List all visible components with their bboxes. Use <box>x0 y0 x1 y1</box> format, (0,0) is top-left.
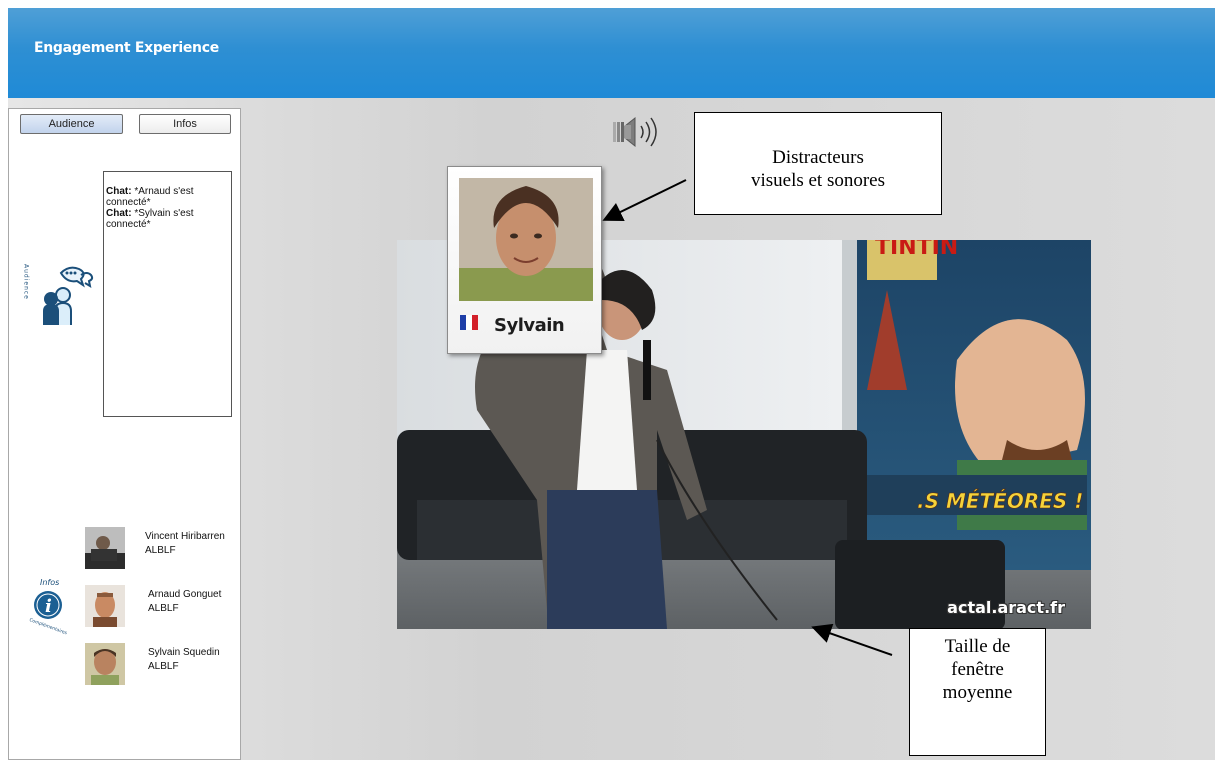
speaker-icon[interactable] <box>612 114 660 150</box>
profile-name: Sylvain <box>494 315 565 336</box>
audience-vertical-label: Audience <box>23 264 30 300</box>
user-name: Sylvain Squedin <box>148 647 220 658</box>
user-avatar <box>85 585 125 627</box>
chat-line: Chat: *Arnaud s'est connecté* <box>106 186 194 208</box>
profile-card[interactable]: Sylvain <box>447 166 602 354</box>
callout-text: Distracteurs <box>772 147 864 168</box>
user-entry[interactable]: Arnaud Gonguet ALBLF <box>85 585 245 629</box>
tab-audience[interactable]: Audience <box>20 114 123 134</box>
video-poster-text: .S MÉTÉORES ! <box>917 489 1083 513</box>
video-poster-top: TINTIN <box>875 240 958 260</box>
callout-text: visuels et sonores <box>750 170 886 191</box>
user-name: Vincent Hiribarren <box>145 531 225 542</box>
svg-text:i: i <box>45 596 52 617</box>
profile-photo <box>459 178 593 301</box>
chat-log[interactable]: Chat: *Arnaud s'est connecté* Chat: *Syl… <box>103 171 232 417</box>
chat-line: Chat: *Sylvain s'est connecté* <box>106 208 194 230</box>
user-org: ALBLF <box>148 661 179 672</box>
callout-distractors: Distracteurs visuels et sonores <box>694 112 942 215</box>
user-avatar <box>85 527 125 569</box>
app-title: Engagement Experience <box>34 40 219 56</box>
user-org: ALBLF <box>145 545 176 556</box>
french-flag-icon <box>460 315 478 330</box>
tab-infos[interactable]: Infos <box>139 114 231 134</box>
user-name: Arnaud Gonguet <box>148 589 222 600</box>
user-entry[interactable]: Vincent Hiribarren ALBLF <box>85 527 245 571</box>
callout-text: fenêtre <box>951 659 1004 680</box>
video-watermark: actal.aract.fr <box>947 598 1065 617</box>
infos-sub-label: Complémentaires <box>28 616 68 636</box>
user-org: ALBLF <box>148 603 179 614</box>
callout-text: Taille de <box>944 636 1011 657</box>
user-avatar <box>85 643 125 685</box>
audience-icon: Audience <box>23 264 94 325</box>
app-header: Engagement Experience <box>8 8 1215 98</box>
infos-label: Infos <box>40 578 59 587</box>
callout-window-size: Taille de fenêtre moyenne <box>909 628 1046 756</box>
callout-text: moyenne <box>942 682 1013 703</box>
user-entry[interactable]: Sylvain Squedin ALBLF <box>85 643 245 687</box>
infos-icon: Infos i Complémentaires <box>28 578 68 637</box>
sidebar-panel: Audience Infos Audience Chat: *Arnaud s'… <box>8 108 241 760</box>
